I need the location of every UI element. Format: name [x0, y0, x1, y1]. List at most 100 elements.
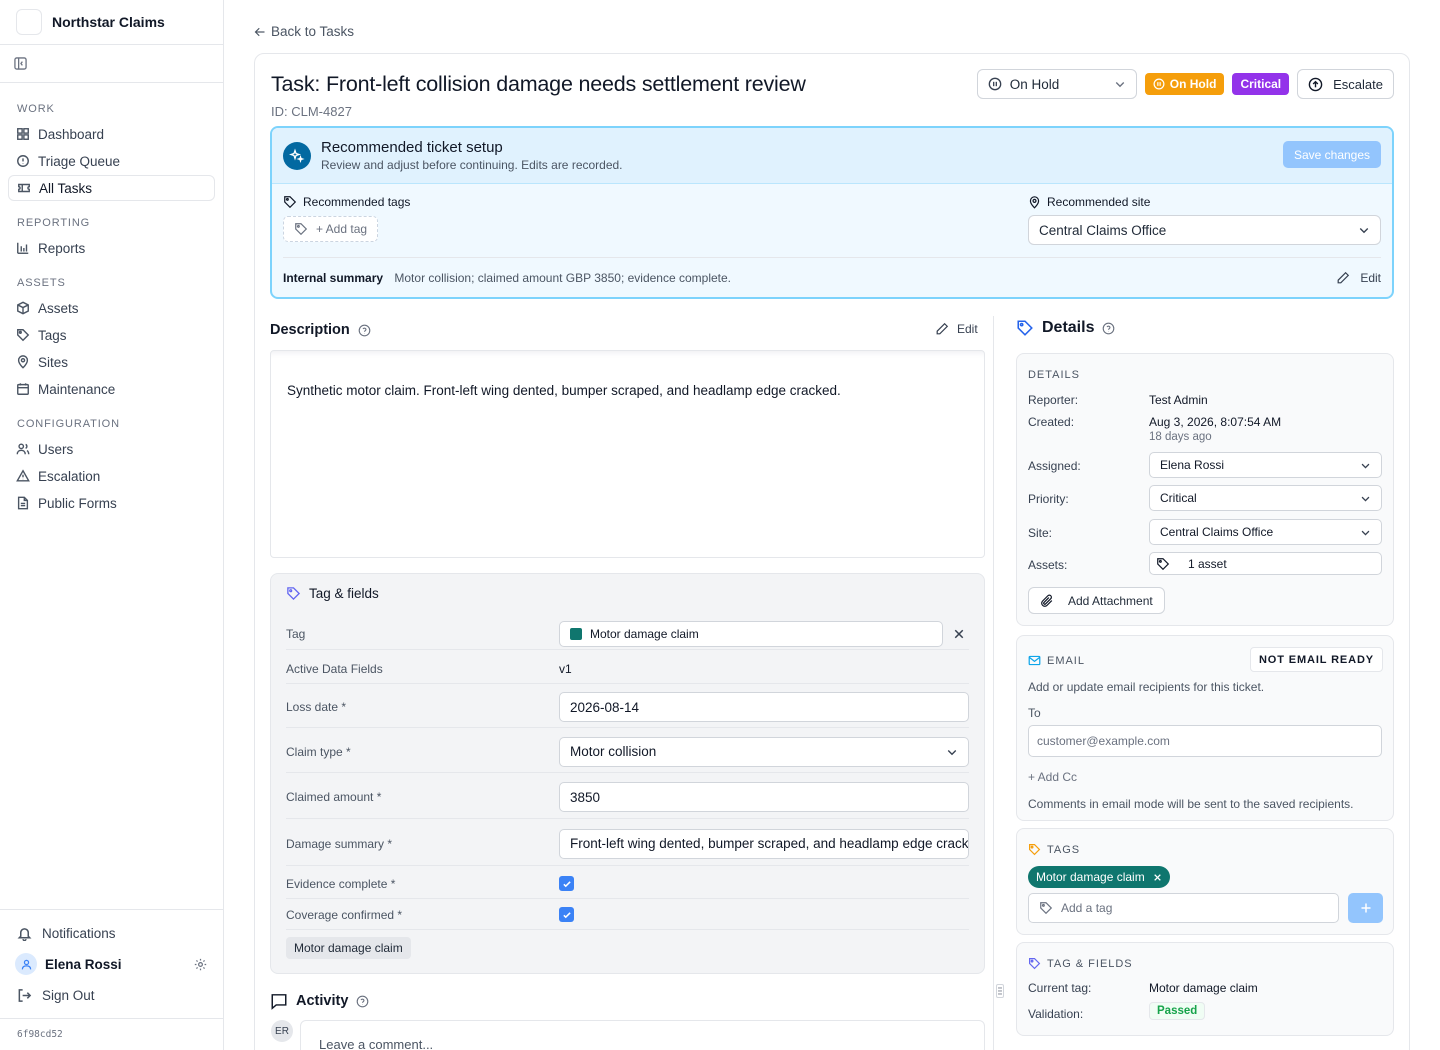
validation-label: Validation:	[1028, 1007, 1084, 1021]
sign-out-button[interactable]: Sign Out	[0, 980, 223, 1010]
damage-summary-input[interactable]: Front-left wing dented, bumper scraped, …	[559, 828, 969, 859]
sidebar-item-all-tasks[interactable]: All Tasks	[8, 175, 215, 201]
chevron-down-icon	[1359, 228, 1369, 234]
user-profile[interactable]: Elena Rossi	[0, 948, 223, 980]
tag-icon	[1017, 320, 1033, 336]
message-square-icon	[271, 994, 287, 1010]
back-to-tasks-link[interactable]: Back to Tasks	[254, 24, 354, 39]
details-heading: Details	[1016, 319, 1115, 337]
edit-summary-button[interactable]: Edit	[1336, 271, 1381, 285]
app-name: Northstar Claims	[52, 14, 165, 30]
assets-picker[interactable]: 1 asset	[1149, 552, 1382, 575]
evidence-complete-label: Evidence complete *	[286, 876, 396, 891]
details-panel: DETAILS Reporter: Test Admin Created: Au…	[1016, 353, 1394, 626]
sparkles-icon	[283, 141, 311, 170]
claim-type-label: Claim type *	[286, 744, 351, 759]
resize-handle[interactable]	[996, 984, 1004, 998]
tag-chip: Motor damage claim	[286, 937, 411, 959]
comment-input[interactable]: Leave a comment...	[300, 1020, 985, 1050]
sign-out-icon	[18, 988, 32, 1002]
tag-icon	[1040, 902, 1053, 915]
active-data-fields-value: v1	[559, 661, 572, 676]
close-icon[interactable]	[1153, 873, 1162, 882]
notifications-link[interactable]: Notifications	[0, 918, 223, 948]
recommendation-panel: Recommended ticket setup Review and adju…	[270, 126, 1394, 299]
sidebar-item-dashboard[interactable]: Dashboard	[8, 121, 215, 147]
collapse-sidebar-button[interactable]	[0, 45, 223, 83]
avatar: ER	[271, 1020, 293, 1042]
user-name: Elena Rossi	[45, 956, 122, 972]
evidence-complete-checkbox[interactable]	[559, 876, 574, 891]
internal-summary-value: Motor collision; claimed amount GBP 3850…	[394, 270, 732, 285]
add-tag-submit-button[interactable]	[1348, 893, 1383, 923]
damage-summary-label: Damage summary *	[286, 836, 393, 851]
sign-out-label: Sign Out	[42, 987, 95, 1003]
active-data-fields-row: Active Data Fields v1	[286, 654, 969, 684]
sidebar-item-triage-queue[interactable]: Triage Queue	[8, 148, 215, 174]
activity-heading: Activity	[270, 992, 369, 1010]
loss-date-input[interactable]: 2026-08-14	[559, 692, 969, 722]
current-tag-label: Current tag:	[1028, 981, 1092, 995]
tag-fields-heading: Tag & fields	[286, 586, 379, 601]
help-circle-icon[interactable]	[358, 324, 371, 337]
help-circle-icon[interactable]	[1102, 322, 1115, 335]
description-text[interactable]: Synthetic motor claim. Front-left wing d…	[270, 350, 985, 558]
status-select[interactable]: On Hold	[976, 69, 1137, 99]
close-icon[interactable]	[953, 628, 965, 640]
ticket-icon	[18, 183, 30, 193]
coverage-confirmed-checkbox[interactable]	[559, 907, 574, 922]
sidebar-item-label: Tags	[38, 327, 67, 343]
priority-value: Critical	[1160, 491, 1197, 505]
sidebar-item-users[interactable]: Users	[8, 436, 215, 462]
email-to-input[interactable]: customer@example.com	[1028, 725, 1382, 757]
tag-pill: Motor damage claim	[1028, 866, 1170, 888]
sidebar-item-label: Assets	[38, 300, 79, 316]
validation-badge-wrap: Passed	[1149, 1002, 1206, 1020]
sidebar-item-escalation[interactable]: Escalation	[8, 463, 215, 489]
sidebar-item-tags[interactable]: Tags	[8, 322, 215, 348]
chevron-down-icon	[1361, 463, 1370, 468]
arrow-left-icon	[254, 27, 265, 36]
pencil-icon	[936, 322, 949, 335]
sidebar-item-reports[interactable]: Reports	[8, 235, 215, 261]
help-circle-icon[interactable]	[356, 995, 369, 1008]
sidebar-item-label: Public Forms	[38, 495, 117, 511]
tag-value: Motor damage claim	[590, 626, 699, 641]
add-tag-button[interactable]: + Add tag	[283, 216, 379, 242]
site-select[interactable]: Central Claims Office	[1149, 519, 1382, 545]
sidebar-item-assets[interactable]: Assets	[8, 295, 215, 321]
claimed-amount-label: Claimed amount *	[286, 790, 382, 804]
recommendation-subtitle: Review and adjust before continuing. Edi…	[321, 158, 623, 172]
gear-icon[interactable]	[194, 958, 207, 971]
claimed-amount-input[interactable]: 3850	[559, 782, 969, 812]
sidebar-item-label: Maintenance	[38, 381, 116, 397]
grid-icon	[17, 128, 29, 140]
brand: Northstar Claims	[0, 0, 223, 45]
add-cc-button[interactable]: + Add Cc	[1028, 770, 1077, 784]
sidebar-item-public-forms[interactable]: Public Forms	[8, 490, 215, 516]
save-changes-button[interactable]: Save changes	[1283, 141, 1381, 168]
chevron-down-icon	[947, 749, 957, 755]
tags-panel: TAGS Motor damage claim Add a tag	[1016, 828, 1394, 935]
sidebar-item-label: Sites	[38, 354, 69, 370]
sidebar-item-label: All Tasks	[39, 180, 93, 196]
add-tag-input[interactable]: Add a tag	[1028, 893, 1339, 923]
recommended-tags-label: Recommended tags	[283, 195, 410, 209]
sidebar-footer: Notifications Elena Rossi Sign Out 6f98c…	[0, 909, 223, 1050]
bar-chart-icon	[17, 242, 29, 254]
users-icon	[16, 443, 30, 455]
sidebar: Northstar Claims WORK Dashboard Triage Q…	[0, 0, 224, 1050]
tag-select[interactable]: Motor damage claim	[559, 620, 943, 647]
sidebar-item-maintenance[interactable]: Maintenance	[8, 376, 215, 402]
assigned-select[interactable]: Elena Rossi	[1149, 452, 1382, 478]
sidebar-item-sites[interactable]: Sites	[8, 349, 215, 375]
email-section: EMAIL	[1028, 654, 1085, 667]
priority-select[interactable]: Critical	[1149, 485, 1382, 511]
escalate-button[interactable]: Escalate	[1297, 69, 1394, 99]
add-attachment-button[interactable]: Add Attachment	[1028, 587, 1165, 614]
recommended-site-select[interactable]: Central Claims Office	[1028, 215, 1381, 245]
claim-type-select[interactable]: Motor collision	[559, 736, 969, 767]
details-section-label: DETAILS	[1028, 369, 1080, 381]
tag-icon	[1029, 844, 1041, 856]
edit-description-button[interactable]: Edit	[935, 322, 978, 336]
